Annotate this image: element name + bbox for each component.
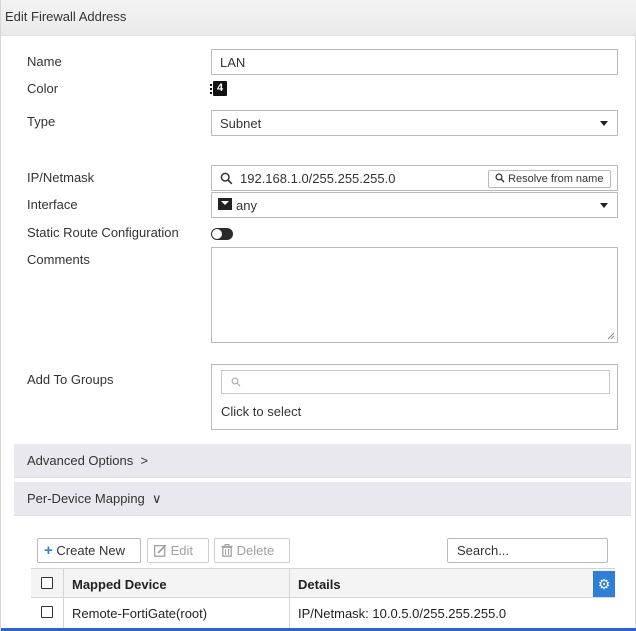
ip-netmask-value: 192.168.1.0/255.255.255.0 (240, 171, 396, 186)
name-value: LAN (220, 55, 246, 70)
per-device-mapping-label: Per-Device Mapping (27, 491, 145, 506)
select-all-checkbox[interactable] (41, 577, 53, 589)
table-header-row: Mapped Device Details ⚙ (31, 568, 615, 598)
add-to-groups-selector[interactable]: Click to select (211, 364, 618, 430)
interface-select[interactable]: any (211, 192, 618, 218)
chevron-down-icon: ∨ (152, 491, 162, 506)
per-device-mapping-section[interactable]: Per-Device Mapping ∨ (14, 482, 631, 516)
ip-netmask-input[interactable]: 192.168.1.0/255.255.255.0 Resolve from n… (211, 165, 618, 191)
interface-label: Interface (27, 197, 78, 212)
search-icon (231, 377, 241, 387)
type-select[interactable]: Subnet (211, 110, 618, 136)
column-header-details: Details (298, 577, 341, 592)
type-value: Subnet (220, 116, 262, 131)
resize-handle-icon[interactable] (607, 332, 615, 340)
row-mapped-device: Remote-FortiGate(root) (63, 598, 289, 630)
plus-icon: + (44, 542, 53, 559)
color-picker[interactable]: 4 (210, 81, 227, 96)
delete-label: Delete (236, 543, 275, 558)
trash-icon (221, 544, 233, 557)
header-details[interactable]: Details ⚙ (289, 569, 615, 597)
dialog-title: Edit Firewall Address (5, 9, 127, 24)
ip-netmask-label: IP/Netmask (27, 170, 95, 185)
advanced-options-title: Advanced Options > (27, 453, 148, 468)
per-device-mapping-title: Per-Device Mapping ∨ (27, 491, 162, 507)
row-checkbox[interactable] (41, 606, 53, 618)
header-mapped-device[interactable]: Mapped Device (63, 569, 289, 597)
search-icon (495, 173, 505, 183)
edit-firewall-address-dialog: Edit Firewall Address Name LAN Color 4 T… (0, 0, 636, 631)
row-select-cell (31, 598, 63, 630)
resolve-from-name-label: Resolve from name (508, 173, 604, 185)
table-search-input[interactable] (455, 540, 605, 561)
chevron-right-icon: > (140, 453, 149, 468)
groups-search-input[interactable] (221, 370, 610, 394)
create-new-button[interactable]: + Create New (37, 538, 141, 563)
static-route-toggle[interactable] (211, 228, 233, 240)
click-to-select-text[interactable]: Click to select (221, 404, 301, 419)
chevron-down-icon (600, 203, 608, 208)
details-value: IP/Netmask: 10.0.5.0/255.255.255.0 (298, 606, 507, 621)
add-to-groups-label: Add To Groups (27, 372, 114, 387)
mapped-device-value: Remote-FortiGate(root) (72, 606, 208, 621)
row-details: IP/Netmask: 10.0.5.0/255.255.255.0 (289, 598, 615, 630)
interface-value: any (236, 198, 257, 213)
color-label: Color (27, 81, 59, 96)
edit-button[interactable]: Edit (147, 538, 209, 563)
header-select-cell (31, 569, 63, 597)
chevron-down-icon (600, 121, 608, 126)
table-search-box[interactable] (447, 538, 608, 563)
toggle-knob (212, 229, 222, 239)
edit-icon (154, 544, 167, 557)
create-new-label: Create New (56, 543, 126, 558)
column-settings-button[interactable]: ⚙ (593, 571, 615, 597)
delete-button[interactable]: Delete (214, 538, 290, 563)
name-input[interactable]: LAN (211, 49, 618, 75)
type-label: Type (27, 114, 56, 129)
table-row[interactable]: Remote-FortiGate(root) IP/Netmask: 10.0.… (31, 598, 615, 631)
dialog-header: Edit Firewall Address (1, 0, 636, 36)
search-icon (220, 172, 233, 185)
static-route-label: Static Route Configuration (27, 225, 179, 240)
edit-label: Edit (170, 543, 194, 558)
column-header-mapped-device: Mapped Device (72, 577, 167, 592)
interface-icon (218, 198, 232, 210)
name-label: Name (27, 54, 62, 69)
resolve-from-name-button[interactable]: Resolve from name (488, 170, 611, 188)
comments-label: Comments (27, 252, 90, 267)
comments-textarea[interactable] (211, 247, 618, 343)
advanced-options-label: Advanced Options (27, 453, 134, 468)
advanced-options-section[interactable]: Advanced Options > (14, 444, 631, 478)
gear-icon: ⚙ (597, 576, 611, 592)
